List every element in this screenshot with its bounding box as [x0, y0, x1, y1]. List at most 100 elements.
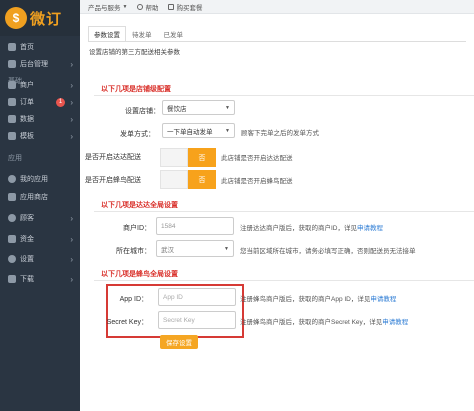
chevron-down-icon: ▼ [224, 245, 229, 252]
app-store-icon [8, 193, 16, 201]
sidebar-item-label: 我的应用 [20, 176, 48, 183]
sidebar-item-download[interactable]: 下载 › [0, 272, 80, 286]
tab-params[interactable]: 参数设置 [88, 26, 126, 42]
sidebar-item-customers[interactable]: 顾客 › [0, 211, 80, 225]
sidebar-item-merchant[interactable]: 商户 › [0, 78, 80, 92]
chevron-right-icon: › [70, 254, 73, 264]
products-menu[interactable]: 产品与服务 ▼ [88, 2, 127, 12]
city-hint: 您当前区域所在城市，请务必填写正确，否则配送员无法接单 [240, 248, 416, 255]
funds-icon [8, 235, 16, 243]
store-select-value: 餐饮店 [167, 105, 187, 113]
divider [94, 280, 474, 281]
sidebar: $ 微订 首页 后台管理 › 基础 商户 › 订单 1 › [0, 0, 80, 411]
fengniao-toggle[interactable]: 否 [160, 170, 216, 189]
section-title-fengniao: 以下几项是蜂鸟全局设置 [101, 271, 178, 278]
logo-icon: $ [5, 7, 27, 29]
sidebar-item-settings[interactable]: 设置 › [0, 252, 80, 266]
divider [94, 95, 474, 96]
sidebar-item-data[interactable]: 数据 › [0, 112, 80, 126]
sidebar-section-label: 应用 [8, 155, 22, 162]
merchant-id-hint-text: 注册达达商户版后，获取的商户ID，详见 [240, 225, 357, 232]
secret-key-input[interactable]: Secret Key [158, 311, 236, 329]
divider [94, 211, 474, 212]
sidebar-item-home[interactable]: 首页 [0, 40, 80, 54]
sidebar-item-label: 应用商店 [20, 194, 48, 201]
sidebar-item-my-apps[interactable]: 我的应用 [0, 172, 80, 186]
store-select[interactable]: 餐饮店 ▼ [162, 100, 235, 115]
help-link[interactable]: 帮助 [137, 2, 158, 12]
tab-pending[interactable]: 待发单 [126, 26, 158, 42]
orders-count-badge: 1 [56, 97, 65, 107]
logo-text: 微订 [30, 10, 63, 28]
chevron-right-icon: › [70, 59, 73, 69]
buy-plan-label: 购买套餐 [176, 4, 203, 12]
fengniao-toggle-state: 否 [188, 170, 216, 189]
dispatch-select[interactable]: 一下单自动发单 ▼ [162, 123, 235, 138]
fengniao-label: 是否开启蜂鸟配送 [85, 177, 141, 184]
tab-divider [88, 41, 466, 42]
dada-label: 是否开启达达配送 [85, 154, 141, 161]
sidebar-item-label: 设置 [20, 256, 34, 263]
app-root: $ 微订 首页 后台管理 › 基础 商户 › 订单 1 › [0, 0, 474, 411]
products-menu-label: 产品与服务 [88, 4, 121, 12]
merchant-id-input[interactable]: 1584 [156, 217, 234, 235]
dispatch-label: 发单方式： [120, 131, 155, 138]
chevron-right-icon: › [70, 114, 73, 124]
sidebar-item-label: 订单 [20, 99, 34, 106]
sidebar-item-label: 顾客 [20, 215, 34, 222]
dada-toggle-state: 否 [188, 148, 216, 167]
app-id-label: App ID： [119, 296, 148, 303]
sidebar-item-label: 后台管理 [20, 61, 48, 68]
sidebar-item-label: 模板 [20, 133, 34, 140]
chevron-right-icon: › [70, 80, 73, 90]
logo[interactable]: $ 微订 [0, 0, 80, 36]
city-select-value: 武汉 [161, 246, 174, 254]
home-icon [8, 43, 16, 51]
secret-key-tutorial-link[interactable]: 申请教程 [382, 319, 408, 326]
customers-icon [8, 214, 16, 222]
sidebar-item-label: 数据 [20, 116, 34, 123]
chevron-right-icon: › [70, 274, 73, 284]
help-icon [137, 3, 144, 10]
sidebar-item-orders[interactable]: 订单 1 › [0, 95, 80, 109]
chevron-right-icon: › [70, 97, 73, 107]
data-icon [8, 115, 16, 123]
admin-icon [8, 60, 16, 68]
secret-key-hint-text: 注册蜂鸟商户版后，获取的商户Secret Key，详见 [240, 319, 383, 326]
help-label: 帮助 [145, 4, 159, 12]
template-icon [8, 132, 16, 140]
buy-plan-link[interactable]: 购买套餐 [168, 2, 202, 12]
chevron-down-icon: ▼ [225, 104, 230, 111]
caret-down-icon: ▼ [122, 3, 128, 10]
merchant-tutorial-link[interactable]: 申请教程 [357, 225, 383, 232]
city-label: 所在城市： [116, 248, 151, 255]
top-bar: 产品与服务 ▼ 帮助 购买套餐 [80, 0, 474, 14]
orders-icon [8, 98, 16, 106]
tab-sent[interactable]: 已发单 [158, 26, 190, 42]
app-id-input[interactable]: App ID [158, 288, 236, 306]
page-description: 设置店铺的第三方配送相关参数 [89, 49, 180, 56]
sidebar-item-label: 商户 [20, 82, 34, 89]
chevron-right-icon: › [70, 213, 73, 223]
sidebar-item-templates[interactable]: 模板 › [0, 129, 80, 143]
store-label: 设置店铺： [125, 108, 160, 115]
gear-icon [8, 255, 16, 263]
app-id-hint: 注册蜂鸟商户版后，获取的商户App ID，详见申请教程 [240, 293, 396, 303]
merchant-id-label: 商户ID： [123, 225, 151, 232]
main-content: 参数设置 待发单 已发单 设置店铺的第三方配送相关参数 以下几项是店铺级配置 设… [80, 14, 474, 411]
sidebar-section-apps: 应用 [0, 151, 80, 165]
sidebar-item-funds[interactable]: 资金 › [0, 232, 80, 246]
sidebar-item-admin[interactable]: 后台管理 › [0, 57, 80, 71]
cart-icon [168, 3, 175, 10]
sidebar-item-app-store[interactable]: 应用商店 [0, 190, 80, 204]
fengniao-hint: 此店铺是否开启蜂鸟配送 [221, 178, 293, 185]
chevron-right-icon: › [70, 234, 73, 244]
city-select[interactable]: 武汉 ▼ [156, 240, 234, 257]
sidebar-item-label: 资金 [20, 236, 34, 243]
dispatch-select-value: 一下单自动发单 [167, 128, 213, 136]
save-button[interactable]: 保存设置 [160, 335, 198, 349]
section-title-store: 以下几项是店铺级配置 [101, 86, 171, 93]
dada-toggle[interactable]: 否 [160, 148, 216, 167]
sidebar-item-label: 下载 [20, 276, 34, 283]
app-id-tutorial-link[interactable]: 申请教程 [370, 296, 396, 303]
